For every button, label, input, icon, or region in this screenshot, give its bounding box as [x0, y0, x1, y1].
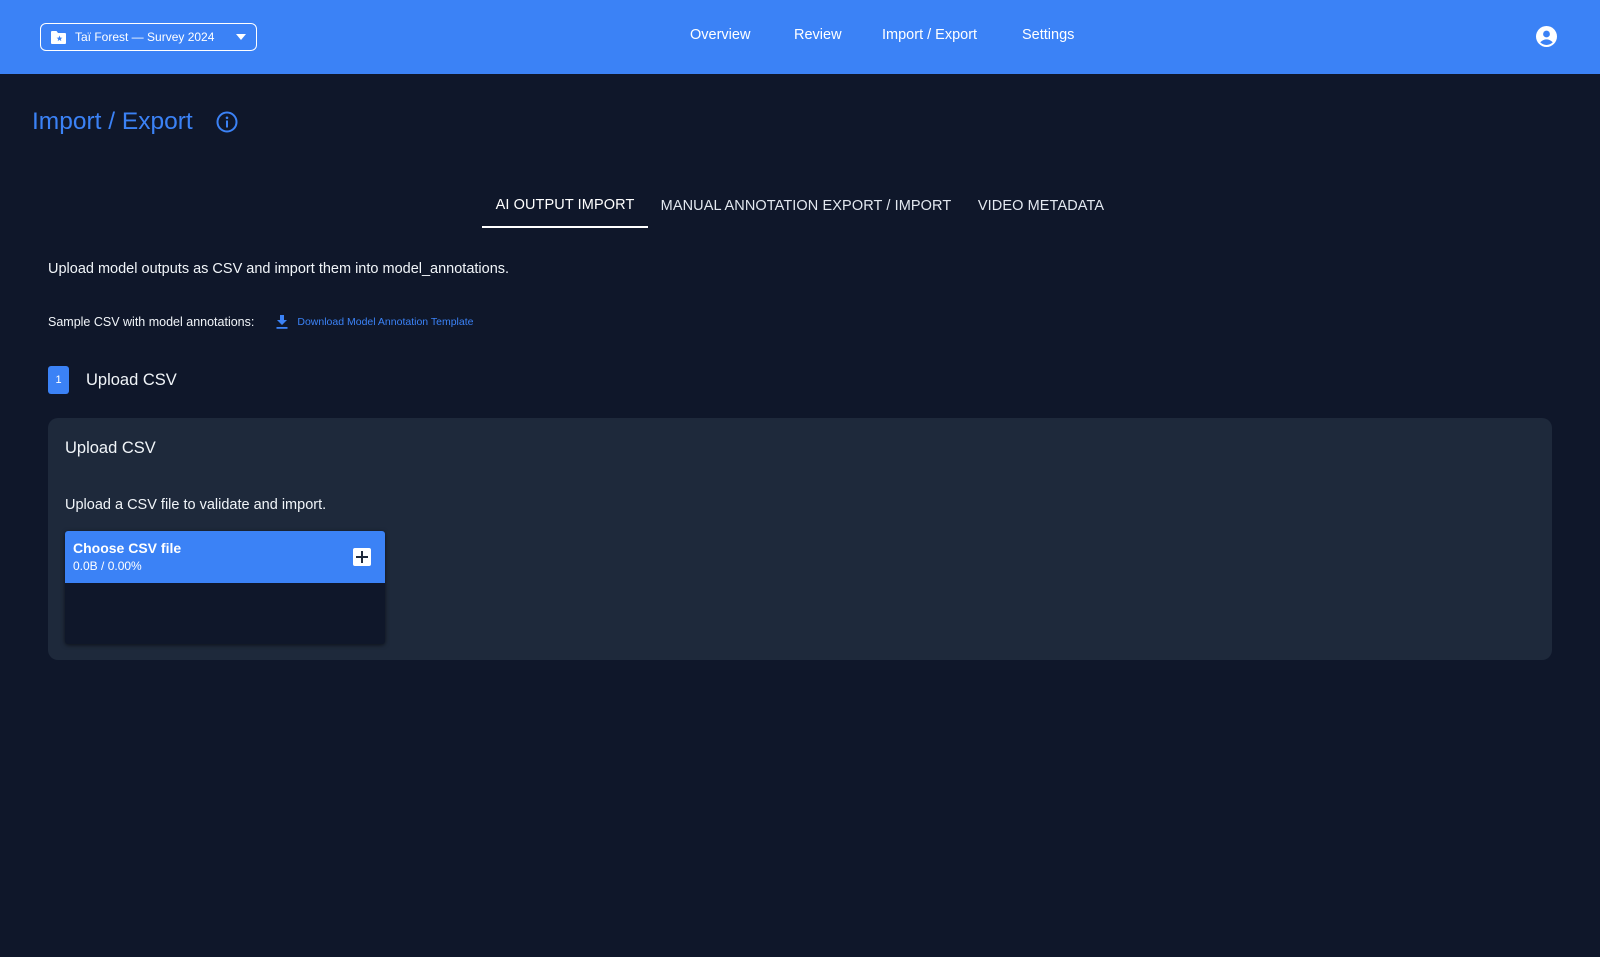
- stepper-step: 1 Upload CSV: [48, 366, 177, 394]
- nav-settings[interactable]: Settings: [1022, 27, 1074, 43]
- download-template-link[interactable]: Download Model Annotation Template: [276, 315, 473, 329]
- sample-csv-row: Sample CSV with model annotations: Downl…: [48, 313, 473, 331]
- upload-card: Upload CSV Upload a CSV file to validate…: [48, 418, 1552, 660]
- tab-video-metadata[interactable]: VIDEO METADATA: [964, 184, 1118, 228]
- tab-bar: AI OUTPUT IMPORT MANUAL ANNOTATION EXPOR…: [0, 184, 1600, 228]
- page-header: Import / Export: [32, 106, 238, 138]
- main-nav: Overview Review Import / Export Settings: [0, 27, 1600, 47]
- download-icon: [276, 315, 288, 329]
- choose-file-button[interactable]: Choose CSV file 0.0B / 0.00%: [65, 531, 385, 583]
- account-circle-icon[interactable]: [1536, 26, 1557, 47]
- csv-uploader: Choose CSV file 0.0B / 0.00%: [65, 531, 385, 644]
- download-template-label: Download Model Annotation Template: [297, 316, 474, 328]
- card-title: Upload CSV: [65, 439, 156, 457]
- nav-import-export[interactable]: Import / Export: [882, 27, 977, 43]
- uploader-file-list[interactable]: [65, 583, 385, 644]
- info-icon[interactable]: [216, 111, 238, 133]
- step-title: Upload CSV: [86, 370, 177, 389]
- tab-ai-output-import[interactable]: AI OUTPUT IMPORT: [482, 184, 648, 228]
- card-description: Upload a CSV file to validate and import…: [65, 497, 327, 513]
- upload-progress: 0.0B / 0.00%: [73, 559, 142, 573]
- sample-csv-label: Sample CSV with model annotations:: [48, 315, 255, 329]
- tab-manual-annotation-export-import[interactable]: MANUAL ANNOTATION EXPORT / IMPORT: [648, 184, 964, 228]
- step-number-badge: 1: [48, 366, 69, 394]
- intro-text: Upload model outputs as CSV and import t…: [48, 261, 510, 277]
- nav-review[interactable]: Review: [794, 27, 842, 43]
- top-app-bar: Taï Forest — Survey 2024 Overview Review…: [0, 0, 1600, 74]
- uploader-title: Choose CSV file: [73, 540, 182, 556]
- plus-icon[interactable]: [353, 548, 371, 566]
- page-title: Import / Export: [32, 108, 193, 135]
- nav-overview[interactable]: Overview: [690, 27, 750, 43]
